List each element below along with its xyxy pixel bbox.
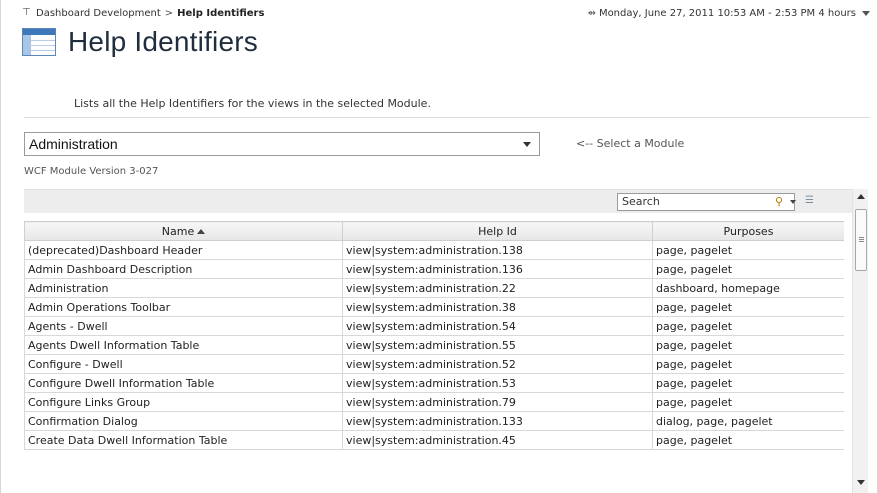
cell-purposes: page, pagelet	[652, 392, 844, 412]
search-input[interactable]: Search	[617, 193, 795, 211]
help-identifiers-table: Name Help Id Purposes (deprecated)Dashbo…	[24, 221, 844, 493]
cell-name: Configure Dwell Information Table	[24, 373, 343, 393]
table-header-row: Name Help Id Purposes	[24, 221, 844, 241]
time-range-selector[interactable]: ⇴ Monday, June 27, 2011 10:53 AM - 2:53 …	[588, 4, 870, 22]
table-row[interactable]: Create Data Dwell Information Table view|…	[24, 430, 844, 450]
cell-purposes: page, pagelet	[652, 430, 844, 450]
cell-help-id: view|system:administration.54	[342, 316, 653, 336]
cell-name: (deprecated)Dashboard Header	[24, 240, 343, 260]
cell-purposes: page, pagelet	[652, 259, 844, 279]
page-title: Help Identifiers	[68, 26, 258, 57]
vertical-scrollbar[interactable]	[852, 189, 868, 493]
cell-name: Administration	[24, 278, 343, 298]
table-row[interactable]: Admin Operations Toolbar view|system:admi…	[24, 297, 844, 317]
chevron-down-icon[interactable]	[862, 10, 870, 16]
table-row[interactable]: Confirmation Dialog view|system:administr…	[24, 411, 844, 431]
breadcrumb-parent[interactable]: Dashboard Development	[36, 8, 161, 19]
table-row[interactable]: Configure Links Group view|system:adminis…	[24, 392, 844, 412]
cell-name: Admin Dashboard Description	[24, 259, 343, 279]
cell-name: Admin Operations Toolbar	[24, 297, 343, 317]
cell-purposes: page, pagelet	[652, 240, 844, 260]
cell-purposes: dashboard, homepage	[652, 278, 844, 298]
cell-name: Configure Links Group	[24, 392, 343, 412]
cell-name: Agents - Dwell	[24, 316, 343, 336]
column-header-name[interactable]: Name	[24, 221, 343, 241]
column-chooser-icon[interactable]: ☰	[805, 195, 814, 206]
page-header: Help Identifiers	[22, 24, 258, 60]
cell-help-id: view|system:administration.133	[342, 411, 653, 431]
cell-purposes: page, pagelet	[652, 297, 844, 317]
cell-purposes: page, pagelet	[652, 335, 844, 355]
cell-name: Create Data Dwell Information Table	[24, 430, 343, 450]
module-select-value: Administration	[29, 136, 118, 152]
dropdown-arrow-icon[interactable]	[523, 142, 531, 147]
table-view-icon	[22, 28, 56, 56]
scroll-up-arrow-icon[interactable]	[857, 194, 865, 199]
cell-help-id: view|system:administration.38	[342, 297, 653, 317]
cell-purposes: page, pagelet	[652, 316, 844, 336]
cell-help-id: view|system:administration.45	[342, 430, 653, 450]
grip-icon	[859, 237, 864, 238]
cell-help-id: view|system:administration.136	[342, 259, 653, 279]
table-row[interactable]: Agents Dwell Information Table view|syste…	[24, 335, 844, 355]
cell-help-id: view|system:administration.138	[342, 240, 653, 260]
divider	[24, 117, 870, 118]
table-row[interactable]: Configure - Dwell view|system:administrat…	[24, 354, 844, 374]
cell-name: Agents Dwell Information Table	[24, 335, 343, 355]
select-module-hint: <-- Select a Module	[576, 137, 685, 150]
clock-arrow-icon: ⇴	[587, 7, 596, 19]
search-options-chevron-icon[interactable]	[790, 200, 796, 204]
top-bar: ⊤ Dashboard Development > Help Identifie…	[22, 4, 870, 22]
table-row[interactable]: Administration view|system:administration…	[24, 278, 844, 298]
cell-purposes: dialog, page, pagelet	[652, 411, 844, 431]
cell-help-id: view|system:administration.52	[342, 354, 653, 374]
page-description: Lists all the Help Identifiers for the v…	[74, 97, 431, 110]
scroll-down-arrow-icon[interactable]	[857, 480, 865, 485]
breadcrumb-separator: >	[164, 7, 174, 19]
module-select[interactable]: Administration	[24, 132, 540, 156]
sort-ascending-icon	[197, 228, 206, 234]
dashboard-tree-icon: ⊤	[22, 7, 31, 18]
cell-help-id: view|system:administration.22	[342, 278, 653, 298]
cell-help-id: view|system:administration.53	[342, 373, 653, 393]
column-header-purposes[interactable]: Purposes	[652, 221, 844, 241]
table-row[interactable]: Agents - Dwell view|system:administration…	[24, 316, 844, 336]
cell-purposes: page, pagelet	[652, 373, 844, 393]
breadcrumb-current: Help Identifiers	[177, 7, 265, 19]
time-range-label: Monday, June 27, 2011 10:53 AM - 2:53 PM…	[598, 7, 856, 19]
table-row[interactable]: Admin Dashboard Description view|system:a…	[24, 259, 844, 279]
cell-purposes: page, pagelet	[652, 354, 844, 374]
column-header-help-id[interactable]: Help Id	[342, 221, 653, 241]
cell-help-id: view|system:administration.55	[342, 335, 653, 355]
cell-name: Confirmation Dialog	[24, 411, 343, 431]
cell-name: Configure - Dwell	[24, 354, 343, 374]
table-row[interactable]: Configure Dwell Information Table view|sy…	[24, 373, 844, 393]
module-version: WCF Module Version 3-027	[24, 166, 159, 177]
scrollbar-thumb[interactable]	[855, 209, 867, 271]
cell-help-id: view|system:administration.79	[342, 392, 653, 412]
search-icon[interactable]: ⚲	[775, 195, 789, 209]
table-row[interactable]: (deprecated)Dashboard Header view|system:…	[24, 240, 844, 260]
